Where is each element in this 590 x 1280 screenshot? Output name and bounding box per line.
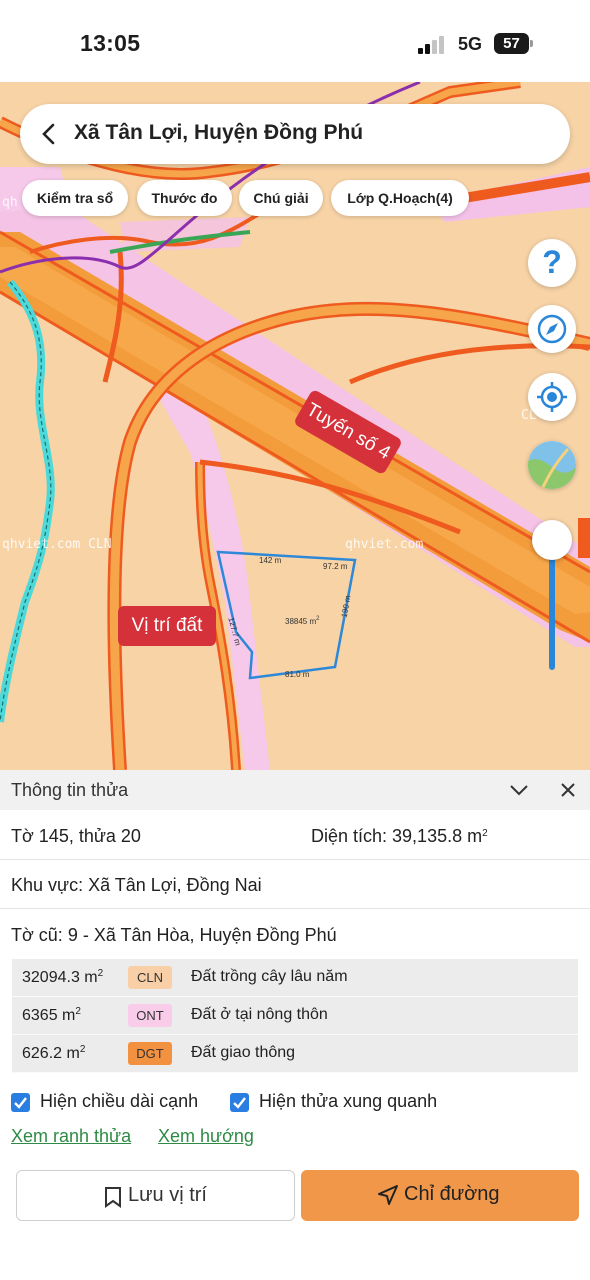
save-location-button[interactable]: Lưu vị trí [16, 1170, 295, 1221]
crosshair-icon [537, 382, 567, 412]
view-direction-link[interactable]: Xem hướng [158, 1126, 254, 1147]
land-description: Đất giao thông [191, 1044, 296, 1061]
edge-label: 97.2 m [323, 562, 348, 571]
directions-button[interactable]: Chỉ đường [301, 1170, 579, 1221]
land-code-badge: CLN [128, 966, 172, 989]
zoom-slider-handle[interactable] [532, 520, 572, 560]
table-row: 32094.3 m2 CLN Đất trồng cây lâu năm [12, 959, 578, 997]
search-bar[interactable]: Xã Tân Lợi, Huyện Đồng Phú [20, 104, 570, 164]
compass-button[interactable] [528, 305, 576, 353]
send-arrow-icon [378, 1185, 398, 1205]
location-title: Xã Tân Lợi, Huyện Đồng Phú [74, 121, 364, 144]
help-icon: ? [542, 244, 562, 280]
watermark: qhviet.com [345, 537, 424, 552]
show-neighbors-checkbox[interactable] [230, 1093, 249, 1112]
chip-legend[interactable]: Chú giải [239, 180, 323, 216]
back-arrow-icon[interactable] [38, 120, 60, 148]
panel-header: Thông tin thửa [0, 770, 590, 810]
help-button[interactable]: ? [528, 239, 576, 287]
network-type: 5G [458, 34, 483, 54]
land-area: 6365 m2 [22, 1006, 81, 1024]
table-row: 6365 m2 ONT Đất ở tại nông thôn [12, 997, 578, 1035]
show-edge-length-label[interactable]: Hiện chiều dài cạnh [40, 1091, 198, 1112]
table-row: 626.2 m2 DGT Đất giao thông [12, 1035, 578, 1073]
show-edge-length-checkbox[interactable] [11, 1093, 30, 1112]
watermark: qh [2, 195, 18, 210]
land-use-table: 32094.3 m2 CLN Đất trồng cây lâu năm 636… [12, 959, 578, 1073]
edge-label: 142 m [259, 556, 282, 565]
land-area: 32094.3 m2 [22, 968, 104, 986]
battery-icon: 57 [494, 33, 534, 54]
save-location-label: Lưu vị trí [128, 1184, 207, 1206]
parcel-area: Diện tích: 39,135.8 m2 [311, 826, 488, 846]
land-description: Đất trồng cây lâu năm [191, 968, 348, 985]
bookmark-icon [105, 1187, 121, 1208]
battery-level: 57 [494, 33, 529, 54]
chip-ruler[interactable]: Thước đo [137, 180, 232, 216]
land-code-badge: DGT [128, 1042, 172, 1065]
my-location-button[interactable] [528, 373, 576, 421]
map-view[interactable]: qhviet.com CLN qhviet.com qh CL 142 m 97… [0, 82, 590, 770]
chevron-down-icon[interactable] [508, 782, 530, 798]
map-type-button[interactable] [528, 441, 576, 489]
location-label: Vị trí đất [118, 606, 216, 646]
panel-title: Thông tin thửa [11, 780, 129, 800]
status-time: 13:05 [80, 30, 141, 56]
parcel-info-panel: Thông tin thửa Tờ 145, thửa 20 Diện tích… [0, 770, 590, 1280]
sheet-parcel-number: Tờ 145, thửa 20 [11, 826, 141, 846]
chip-check-book[interactable]: Kiểm tra sổ [22, 180, 128, 216]
old-sheet-text: Tờ cũ: 9 - Xã Tân Hòa, Huyện Đồng Phú [11, 925, 337, 945]
parcel-area-label: 38845 m2 [285, 616, 320, 626]
close-icon[interactable] [558, 780, 578, 800]
directions-label: Chỉ đường [404, 1183, 500, 1205]
land-area: 626.2 m2 [22, 1044, 86, 1062]
map-layers-icon [528, 441, 576, 489]
land-description: Đất ở tại nông thôn [191, 1006, 328, 1023]
divider [0, 908, 590, 909]
status-bar: 13:05 5G 57 [0, 0, 590, 82]
watermark: qhviet.com CLN [2, 537, 112, 552]
show-neighbors-label[interactable]: Hiện thửa xung quanh [259, 1091, 437, 1112]
view-boundary-link[interactable]: Xem ranh thửa [11, 1126, 131, 1147]
divider [0, 859, 590, 860]
signal-icon [418, 36, 448, 54]
compass-icon [537, 314, 567, 344]
region-text: Khu vực: Xã Tân Lợi, Đồng Nai [11, 875, 262, 895]
chip-planning-layers[interactable]: Lớp Q.Hoạch(4) [331, 180, 469, 216]
land-code-badge: ONT [128, 1004, 172, 1027]
edge-label: 81.0 m [285, 670, 310, 679]
